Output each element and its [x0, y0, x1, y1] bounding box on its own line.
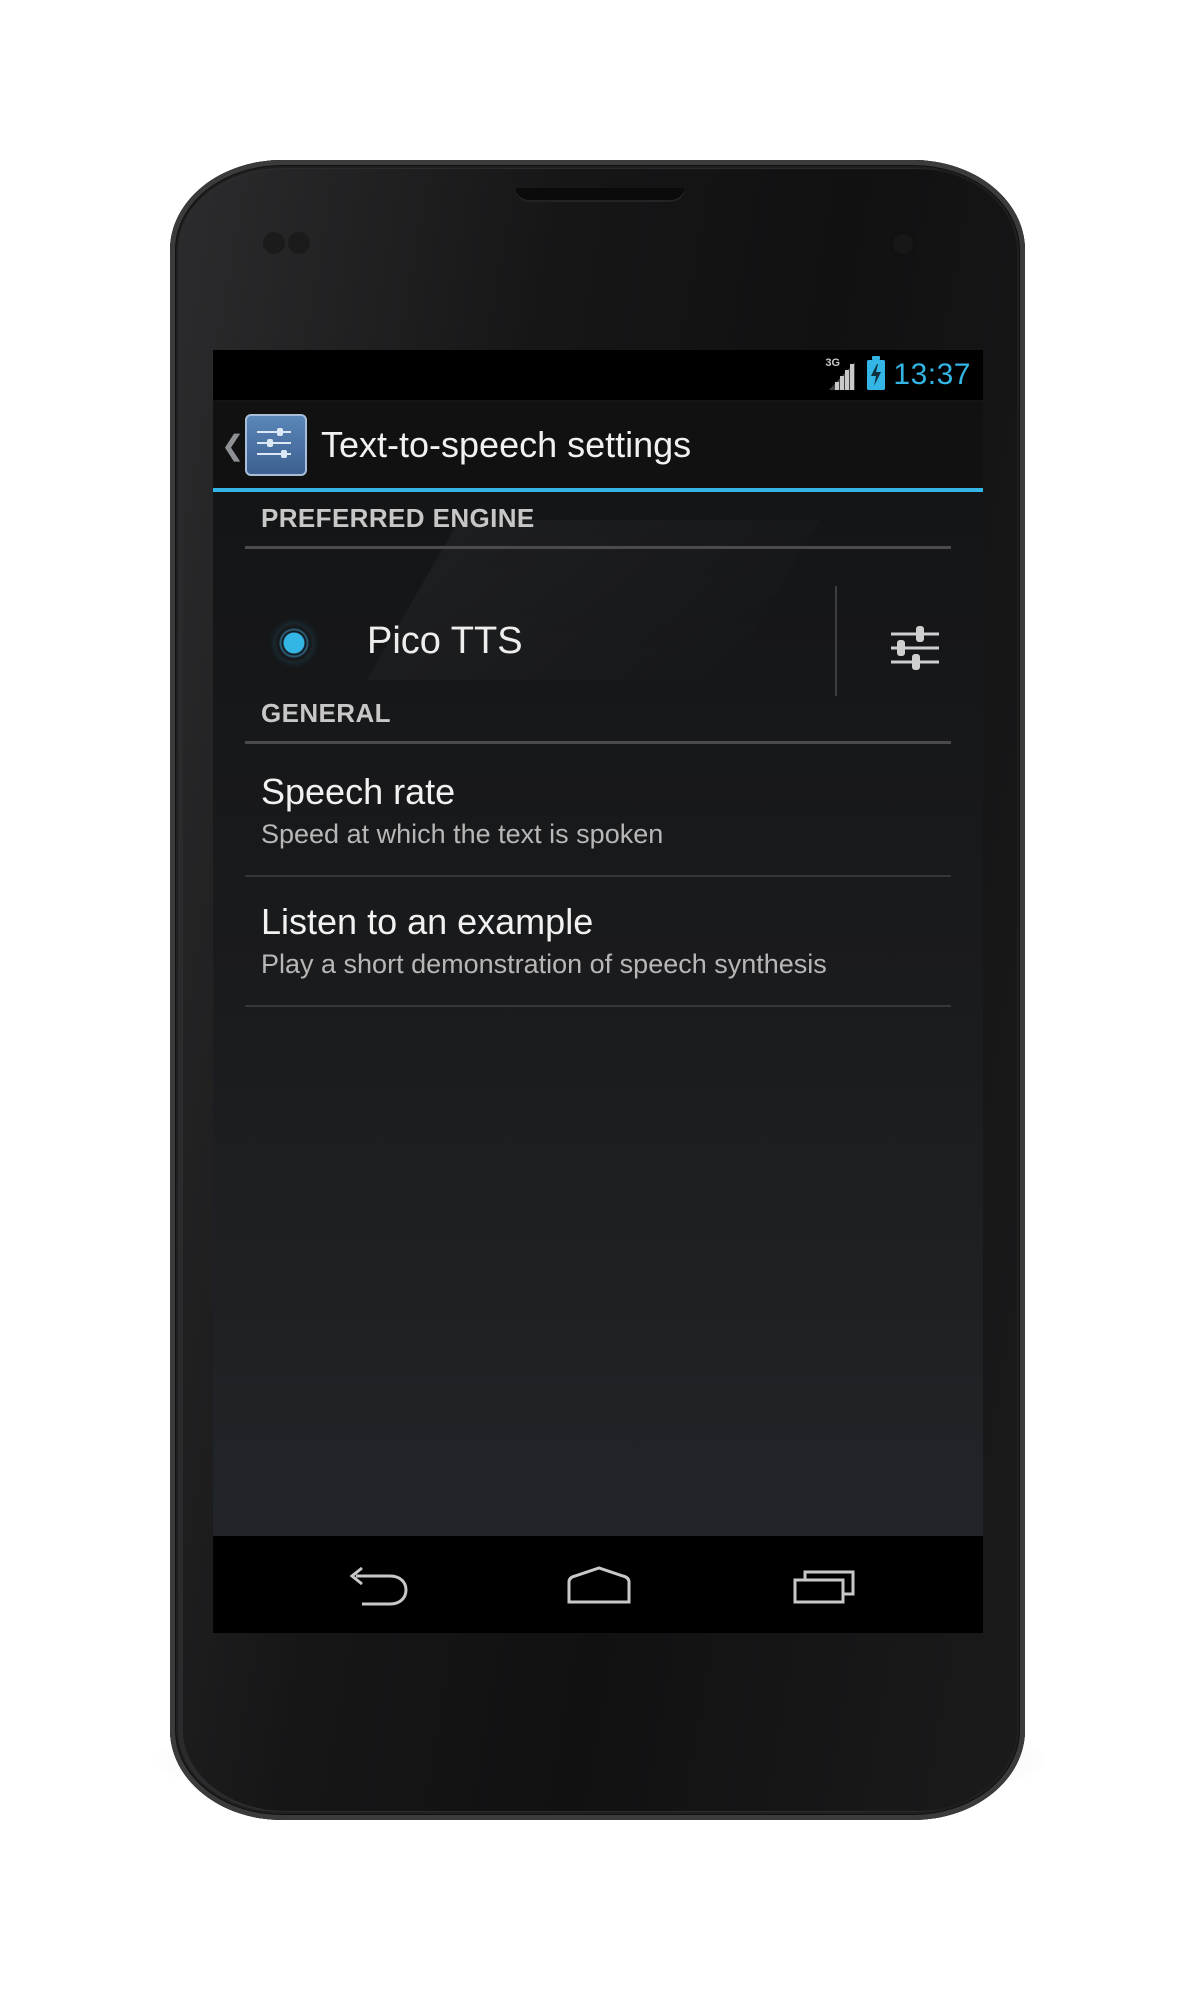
- recent-apps-shape-icon: [793, 1570, 855, 1604]
- charging-bolt-icon: [871, 364, 882, 386]
- light-sensor: [288, 232, 310, 254]
- preferred-engine-header: PREFERRED ENGINE: [245, 497, 951, 549]
- speech-rate-summary: Speed at which the text is spoken: [261, 819, 664, 849]
- settings-sliders-icon: [257, 428, 291, 458]
- proximity-sensor: [263, 232, 285, 254]
- speech-rate-row[interactable]: Speech rate Speed at which the text is s…: [245, 747, 951, 877]
- speaker-grille: [515, 188, 685, 202]
- engine-row-divider: [835, 586, 837, 696]
- signal-icon: 3G: [825, 358, 859, 392]
- home-shape-icon: [567, 1566, 631, 1604]
- engine-settings-sliders-icon: [891, 626, 939, 670]
- radio-selected-icon[interactable]: [275, 624, 313, 662]
- engine-name: Pico TTS: [367, 620, 523, 662]
- listen-example-row[interactable]: Listen to an example Play a short demons…: [245, 877, 951, 1007]
- listen-example-title: Listen to an example: [261, 901, 594, 942]
- front-camera: [889, 230, 917, 258]
- recent-apps-icon[interactable]: [783, 1562, 863, 1608]
- speech-rate-title: Speech rate: [261, 771, 456, 812]
- status-bar: 3G 13:37: [213, 350, 983, 400]
- home-icon[interactable]: [559, 1562, 639, 1608]
- engine-settings-icon[interactable]: [887, 620, 943, 676]
- navigation-bar: [213, 1536, 983, 1633]
- page-title: Text-to-speech settings: [321, 424, 692, 465]
- general-header: GENERAL: [245, 692, 951, 744]
- back-icon[interactable]: [338, 1562, 418, 1608]
- back-arrow-icon: [349, 1566, 408, 1606]
- settings-app-icon[interactable]: [245, 414, 307, 476]
- screen: 3G 13:37 ❮ Text-to-speech settings PREFE…: [213, 350, 983, 1633]
- back-caret-icon[interactable]: ❮: [221, 429, 244, 462]
- action-bar: ❮ Text-to-speech settings: [213, 402, 983, 492]
- status-icons: 3G 13:37: [825, 356, 971, 394]
- clock: 13:37: [893, 358, 971, 391]
- stage: 3G 13:37 ❮ Text-to-speech settings PREFE…: [0, 0, 1195, 1994]
- battery-icon: [867, 356, 886, 390]
- network-type-label: 3G: [825, 357, 841, 369]
- listen-example-summary: Play a short demonstration of speech syn…: [261, 949, 827, 979]
